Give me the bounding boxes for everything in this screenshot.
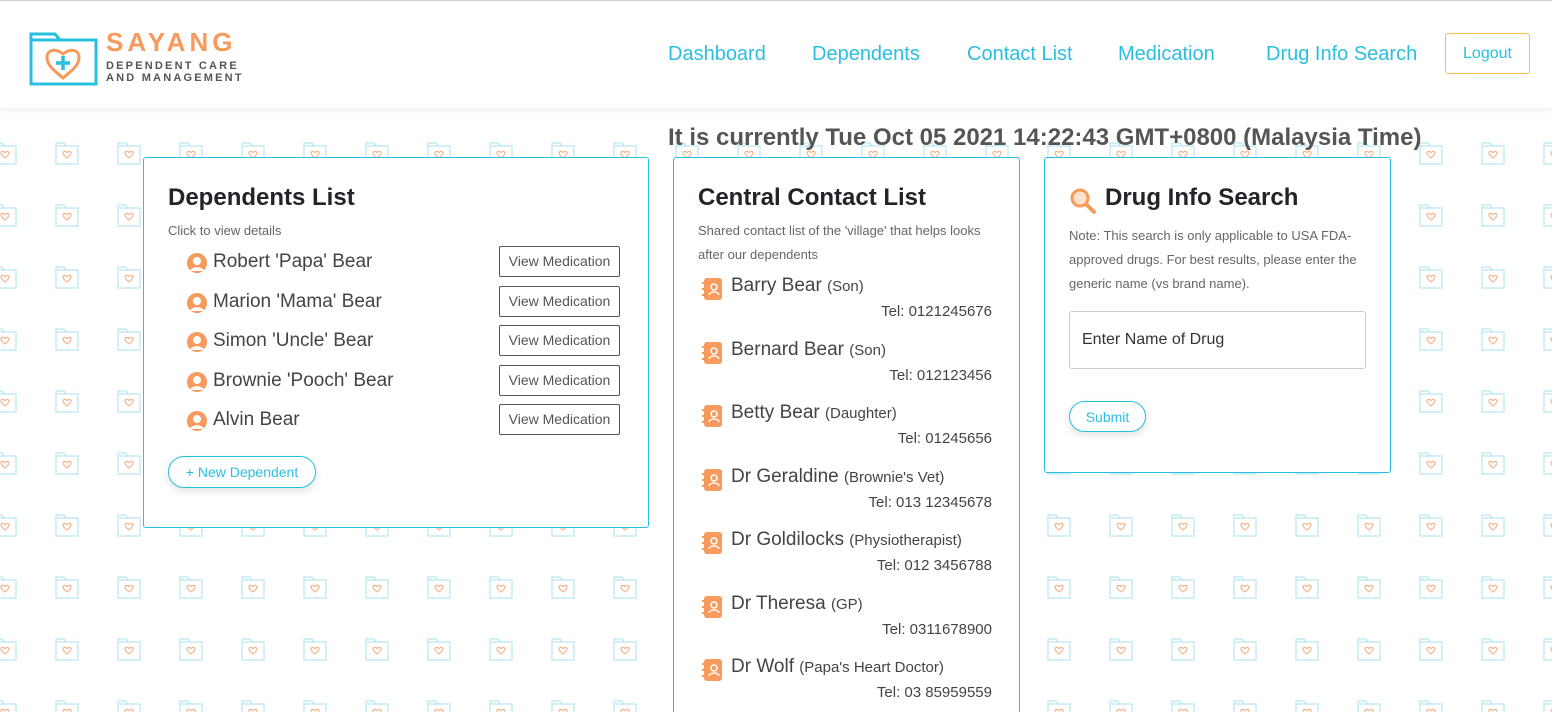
dependent-name[interactable]: Brownie 'Pooch' Bear — [213, 365, 393, 397]
view-medication-button[interactable]: View Medication — [499, 365, 620, 396]
contact-name-text: Dr Theresa — [731, 593, 826, 614]
drug-search-note: Note: This search is only applicable to … — [1069, 228, 1357, 291]
contact-item[interactable]: Dr Goldilocks (Physiotherapist) Tel: 012… — [696, 526, 996, 586]
brand-logo[interactable]: SAYANG DEPENDENT CARE AND MANAGEMENT — [28, 22, 258, 88]
top-border — [0, 0, 1552, 1]
contact-name-text: Bernard Bear — [731, 339, 845, 360]
contact-name: Betty Bear (Daughter) — [731, 399, 897, 428]
view-medication-button[interactable]: View Medication — [499, 404, 620, 435]
address-book-icon — [702, 532, 722, 554]
contact-item[interactable]: Bernard Bear (Son) Tel: 012123456 — [696, 336, 996, 396]
nav-contact-list[interactable]: Contact List — [967, 43, 1073, 66]
nav-drug-info-search[interactable]: Drug Info Search — [1266, 43, 1417, 66]
address-book-icon — [702, 405, 722, 427]
contact-name-text: Dr Geraldine — [731, 466, 839, 487]
contact-name-text: Dr Goldilocks — [731, 529, 844, 550]
dependents-subtitle: Click to view details — [168, 223, 282, 238]
contact-role: (GP) — [830, 596, 863, 613]
contact-role: (Papa's Heart Doctor) — [799, 659, 944, 676]
contact-name-text: Dr Wolf — [731, 656, 794, 677]
header: SAYANG DEPENDENT CARE AND MANAGEMENT Das… — [0, 1, 1552, 108]
view-medication-button[interactable]: View Medication — [499, 246, 620, 277]
magnifier-icon — [1070, 188, 1096, 214]
contact-tel: Tel: 01245656 — [897, 430, 992, 447]
current-time: It is currently Tue Oct 05 2021 14:22:43… — [668, 124, 1422, 151]
view-medication-button[interactable]: View Medication — [499, 286, 620, 317]
contacts-title: Central Contact List — [698, 184, 927, 211]
person-icon — [187, 411, 207, 431]
contact-tel: Tel: 0311678900 — [882, 621, 992, 638]
contact-tel: Tel: 012123456 — [889, 367, 992, 384]
address-book-icon — [702, 659, 722, 681]
drug-name-input[interactable] — [1069, 311, 1366, 369]
contacts-card: Central Contact List Shared contact list… — [673, 157, 1020, 712]
contact-name: Dr Wolf (Papa's Heart Doctor) — [731, 653, 944, 682]
dependents-card: Dependents List Click to view details Ro… — [143, 157, 649, 528]
dependent-row[interactable]: Marion 'Mama' Bear View Medication — [184, 286, 624, 318]
nav-dashboard[interactable]: Dashboard — [668, 43, 766, 66]
brand-tagline-line-2: AND MANAGEMENT — [106, 72, 244, 84]
person-icon — [187, 293, 207, 313]
dependent-row[interactable]: Robert 'Papa' Bear View Medication — [184, 246, 624, 278]
contact-role: (Daughter) — [825, 405, 897, 422]
logout-button[interactable]: Logout — [1445, 33, 1530, 74]
contact-item[interactable]: Barry Bear (Son) Tel: 0121245676 — [696, 272, 996, 332]
contact-role: (Son) — [849, 342, 886, 359]
contact-name: Dr Goldilocks (Physiotherapist) — [731, 526, 962, 555]
person-icon — [187, 372, 207, 392]
dependents-title: Dependents List — [168, 184, 355, 211]
contact-item[interactable]: Dr Wolf (Papa's Heart Doctor) Tel: 03 85… — [696, 653, 996, 712]
contact-role: (Son) — [827, 278, 864, 295]
nav-dependents[interactable]: Dependents — [812, 43, 920, 66]
contact-name-text: Barry Bear — [731, 275, 822, 296]
address-book-icon — [702, 342, 722, 364]
person-icon — [187, 332, 207, 352]
view-medication-button[interactable]: View Medication — [499, 325, 620, 356]
new-dependent-button[interactable]: + New Dependent — [168, 456, 316, 488]
dependent-name[interactable]: Alvin Bear — [213, 404, 300, 436]
contact-role: (Physiotherapist) — [849, 532, 962, 549]
submit-button[interactable]: Submit — [1069, 401, 1146, 432]
contact-tel: Tel: 0121245676 — [881, 303, 992, 320]
contact-name-text: Betty Bear — [731, 402, 820, 423]
contact-item[interactable]: Dr Geraldine (Brownie's Vet) Tel: 013 12… — [696, 463, 996, 523]
contact-item[interactable]: Betty Bear (Daughter) Tel: 01245656 — [696, 399, 996, 459]
nav-medication[interactable]: Medication — [1118, 43, 1215, 66]
contact-name: Barry Bear (Son) — [731, 272, 864, 301]
address-book-icon — [702, 469, 722, 491]
dependent-row[interactable]: Brownie 'Pooch' Bear View Medication — [184, 365, 624, 397]
contact-name: Dr Theresa (GP) — [731, 590, 863, 619]
dependent-name[interactable]: Simon 'Uncle' Bear — [213, 325, 373, 357]
drug-search-title: Drug Info Search — [1105, 184, 1299, 211]
brand-name: SAYANG — [106, 27, 237, 57]
address-book-icon — [702, 596, 722, 618]
contact-tel: Tel: 03 85959559 — [876, 684, 992, 701]
person-icon — [187, 253, 207, 273]
brand-tagline: DEPENDENT CARE AND MANAGEMENT — [106, 60, 266, 84]
contact-tel: Tel: 013 12345678 — [868, 494, 992, 511]
brand-tagline-line-1: DEPENDENT CARE — [106, 60, 239, 72]
dependent-name[interactable]: Robert 'Papa' Bear — [213, 246, 372, 278]
contact-name: Dr Geraldine (Brownie's Vet) — [731, 463, 944, 492]
contact-role: (Brownie's Vet) — [844, 469, 945, 486]
contact-tel: Tel: 012 3456788 — [876, 557, 992, 574]
contact-name: Bernard Bear (Son) — [731, 336, 886, 365]
address-book-icon — [702, 278, 722, 300]
contact-item[interactable]: Dr Theresa (GP) Tel: 0311678900 — [696, 590, 996, 650]
folder-heart-icon — [29, 32, 98, 86]
dependent-name[interactable]: Marion 'Mama' Bear — [213, 286, 382, 318]
dependent-row[interactable]: Simon 'Uncle' Bear View Medication — [184, 325, 624, 357]
drug-search-card: Drug Info Search Note: This search is on… — [1044, 157, 1391, 473]
contacts-subtitle: Shared contact list of the 'village' tha… — [698, 223, 981, 262]
dependent-row[interactable]: Alvin Bear View Medication — [184, 404, 624, 436]
